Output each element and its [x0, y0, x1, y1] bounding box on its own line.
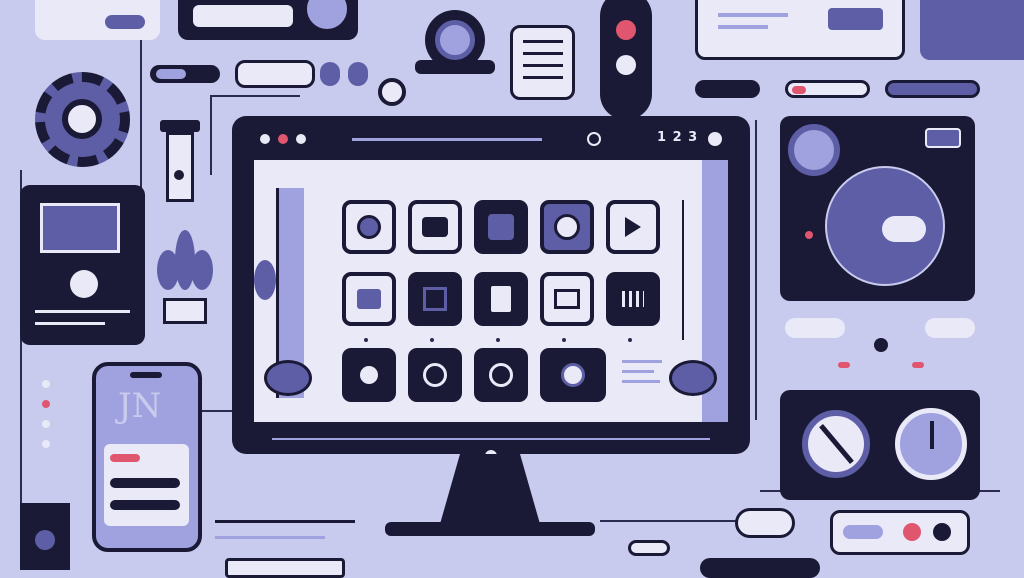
bottom-pill[interactable] [628, 540, 670, 556]
document-icon[interactable] [474, 272, 528, 326]
dial-right[interactable] [895, 408, 967, 480]
frame-icon[interactable] [408, 272, 462, 326]
cloud-left [785, 318, 845, 338]
cloud-bottom-icon [735, 508, 795, 538]
lens-icon[interactable] [540, 200, 594, 254]
white-light-icon [616, 55, 636, 75]
leaf-icon [254, 260, 276, 300]
cloud-icon [882, 216, 926, 242]
play-icon[interactable] [606, 200, 660, 254]
stop-button[interactable] [933, 523, 951, 541]
side-panel-top-right [920, 0, 1024, 60]
monitor: 1 2 3 [232, 116, 750, 462]
phone-script-text: JN [118, 386, 162, 426]
bottom-bar-left-2 [215, 536, 325, 539]
grid-device [510, 25, 575, 100]
hub-node [874, 338, 888, 352]
slider-row-2[interactable] [110, 478, 180, 488]
control-panel-top [178, 0, 358, 40]
traffic-light-device [600, 0, 652, 120]
panel-window [193, 5, 293, 27]
home-icon [20, 485, 70, 570]
leaf-right-icon [669, 360, 717, 396]
vinyl-player [780, 116, 975, 301]
window-close-dot[interactable] [260, 134, 270, 144]
record-icon[interactable] [342, 200, 396, 254]
face-icon[interactable] [342, 272, 396, 326]
monitor-base [385, 522, 595, 536]
circle-icon[interactable] [342, 348, 396, 402]
address-bar[interactable] [352, 138, 542, 141]
time-icon[interactable] [540, 348, 606, 402]
cloud-right [925, 318, 975, 338]
dial-panel [780, 390, 980, 500]
panel-knob[interactable] [303, 0, 351, 33]
gear-icon [35, 72, 130, 167]
toggle-switch[interactable] [150, 65, 220, 83]
window-minimize-dot[interactable] [278, 134, 288, 144]
phone-screen [104, 444, 189, 526]
camera-icon[interactable] [408, 200, 462, 254]
vinyl-display [925, 128, 961, 148]
dot-indicator-column [42, 380, 52, 460]
bottom-right-control [830, 510, 970, 555]
mail-round-icon[interactable] [474, 348, 528, 402]
pill-slider-3[interactable] [885, 80, 980, 98]
window-maximize-dot[interactable] [296, 134, 306, 144]
phone-device: JN [92, 362, 202, 552]
grid-icon[interactable] [606, 272, 660, 326]
small-display [235, 60, 315, 88]
screen-icon[interactable] [540, 272, 594, 326]
pill-slider-2[interactable] [785, 80, 870, 98]
top-right-window [695, 0, 905, 60]
refresh-icon[interactable] [587, 132, 601, 146]
pill-slider-1[interactable] [695, 80, 760, 98]
webcam-icon [415, 10, 495, 75]
slider-row-3[interactable] [110, 500, 180, 510]
plant-icon [155, 230, 215, 325]
photo-icon[interactable] [474, 200, 528, 254]
flower-icon [378, 78, 406, 106]
window-action-icon[interactable] [708, 132, 722, 146]
scroll-track[interactable] [682, 200, 684, 340]
shield-icon[interactable] [408, 348, 462, 402]
mail-icon [40, 203, 120, 253]
small-round-button[interactable] [320, 62, 340, 86]
mail-card [20, 185, 145, 345]
record-button[interactable] [903, 523, 921, 541]
window-button[interactable] [828, 8, 883, 30]
leaf-left-icon [264, 360, 312, 396]
bottom-bar-left [215, 520, 355, 523]
small-round-button-2[interactable] [348, 62, 368, 86]
vinyl-knob[interactable] [788, 124, 840, 176]
bottom-pill-dark[interactable] [700, 558, 820, 578]
monitor-stand [440, 454, 540, 524]
toggle-pill[interactable] [105, 15, 145, 29]
slider-row-1[interactable] [110, 454, 140, 462]
top-left-card [35, 0, 160, 40]
counter-text: 1 2 3 [657, 130, 699, 145]
red-light-icon [616, 20, 636, 40]
dial-left[interactable] [802, 410, 870, 478]
monitor-screen [254, 160, 728, 422]
lighthouse-icon [160, 120, 200, 205]
